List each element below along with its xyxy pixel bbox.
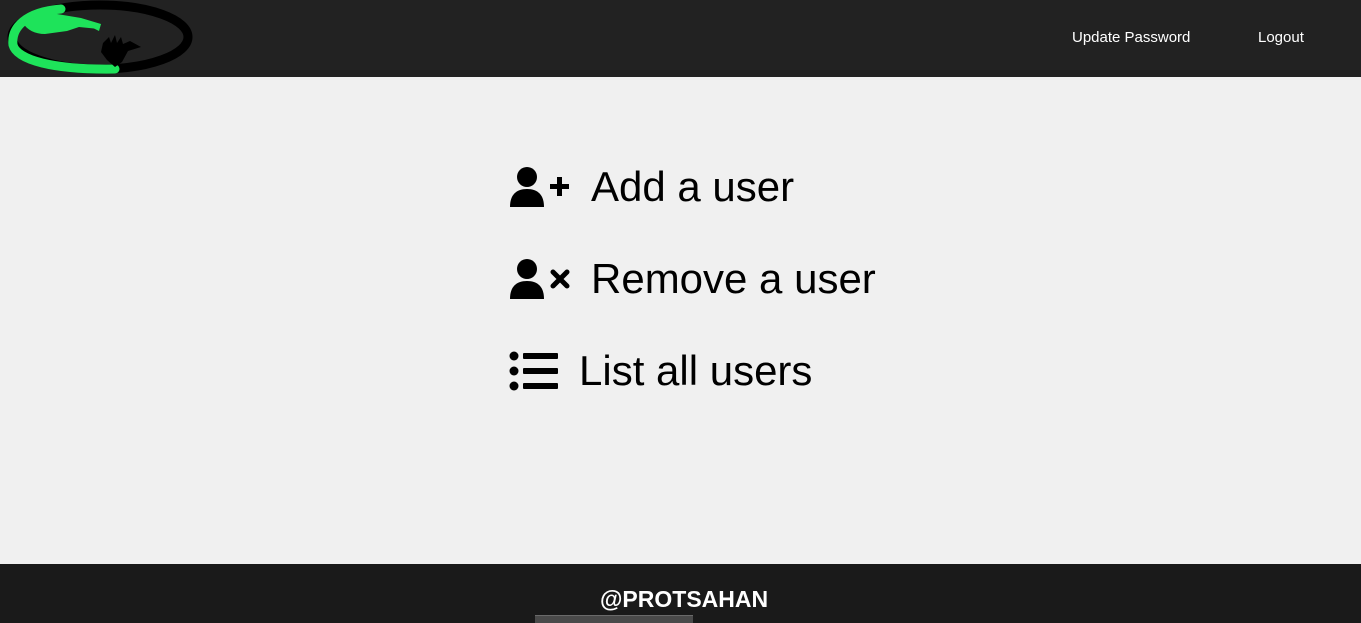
remove-user-label: Remove a user — [591, 255, 876, 302]
top-navbar: Update Password Logout — [0, 0, 1361, 77]
hands-circle-logo[interactable] — [3, 0, 193, 74]
footer-brand: @PROTSAHAN — [600, 586, 769, 612]
remove-user-action[interactable]: Remove a user — [509, 249, 876, 309]
list-users-action[interactable]: List all users — [509, 341, 812, 401]
taskbar-preview — [535, 615, 693, 623]
main-content: Add a user Remove a user List all users — [0, 77, 1361, 564]
user-xmark-icon — [510, 259, 570, 299]
user-plus-icon — [510, 167, 569, 207]
update-password-link[interactable]: Update Password — [1072, 29, 1190, 47]
logout-link[interactable]: Logout — [1258, 29, 1304, 47]
list-users-label: List all users — [579, 347, 813, 394]
add-user-label: Add a user — [591, 163, 795, 210]
list-icon — [509, 351, 558, 391]
add-user-action[interactable]: Add a user — [509, 157, 794, 217]
